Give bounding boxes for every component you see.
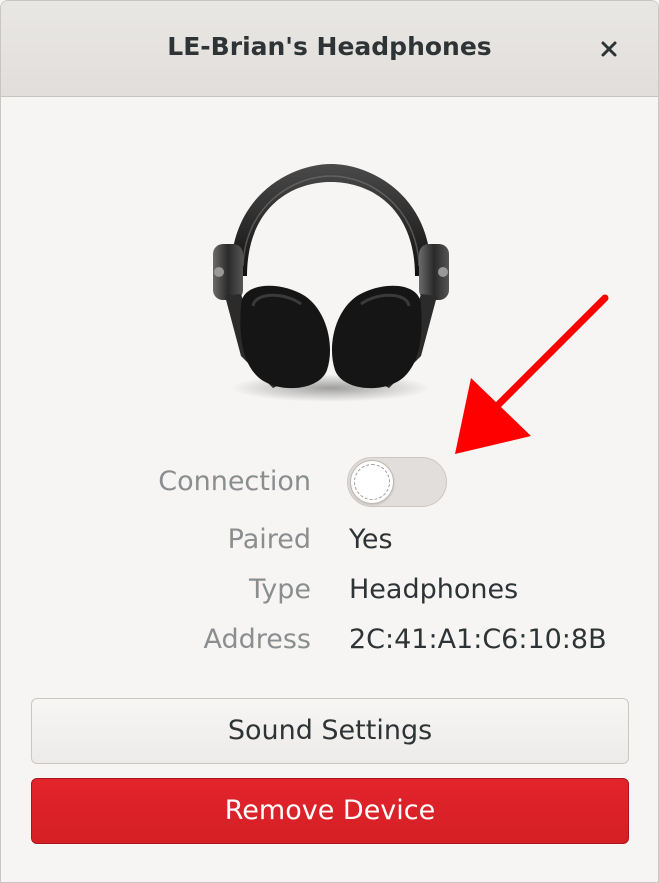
type-label: Type	[248, 574, 311, 605]
connection-switch[interactable]	[347, 457, 447, 507]
switch-knob	[350, 460, 394, 504]
close-icon	[601, 41, 617, 57]
sound-settings-button[interactable]: Sound Settings	[31, 698, 629, 764]
type-value: Headphones	[349, 574, 519, 605]
address-label: Address	[203, 624, 311, 655]
connection-label: Connection	[158, 466, 311, 497]
address-value: 2C:41:A1:C6:10:8B	[349, 624, 607, 655]
window-title: LE-Brian's Headphones	[167, 32, 492, 61]
close-button[interactable]	[591, 31, 627, 67]
device-dialog: LE-Brian's Headphones Connection Paired …	[0, 0, 659, 883]
remove-device-button[interactable]: Remove Device	[31, 778, 629, 844]
paired-value: Yes	[349, 524, 393, 555]
title-bar: LE-Brian's Headphones	[1, 1, 658, 97]
headphones-image	[213, 164, 449, 402]
annotation-arrow	[455, 294, 609, 454]
paired-label: Paired	[227, 524, 311, 555]
